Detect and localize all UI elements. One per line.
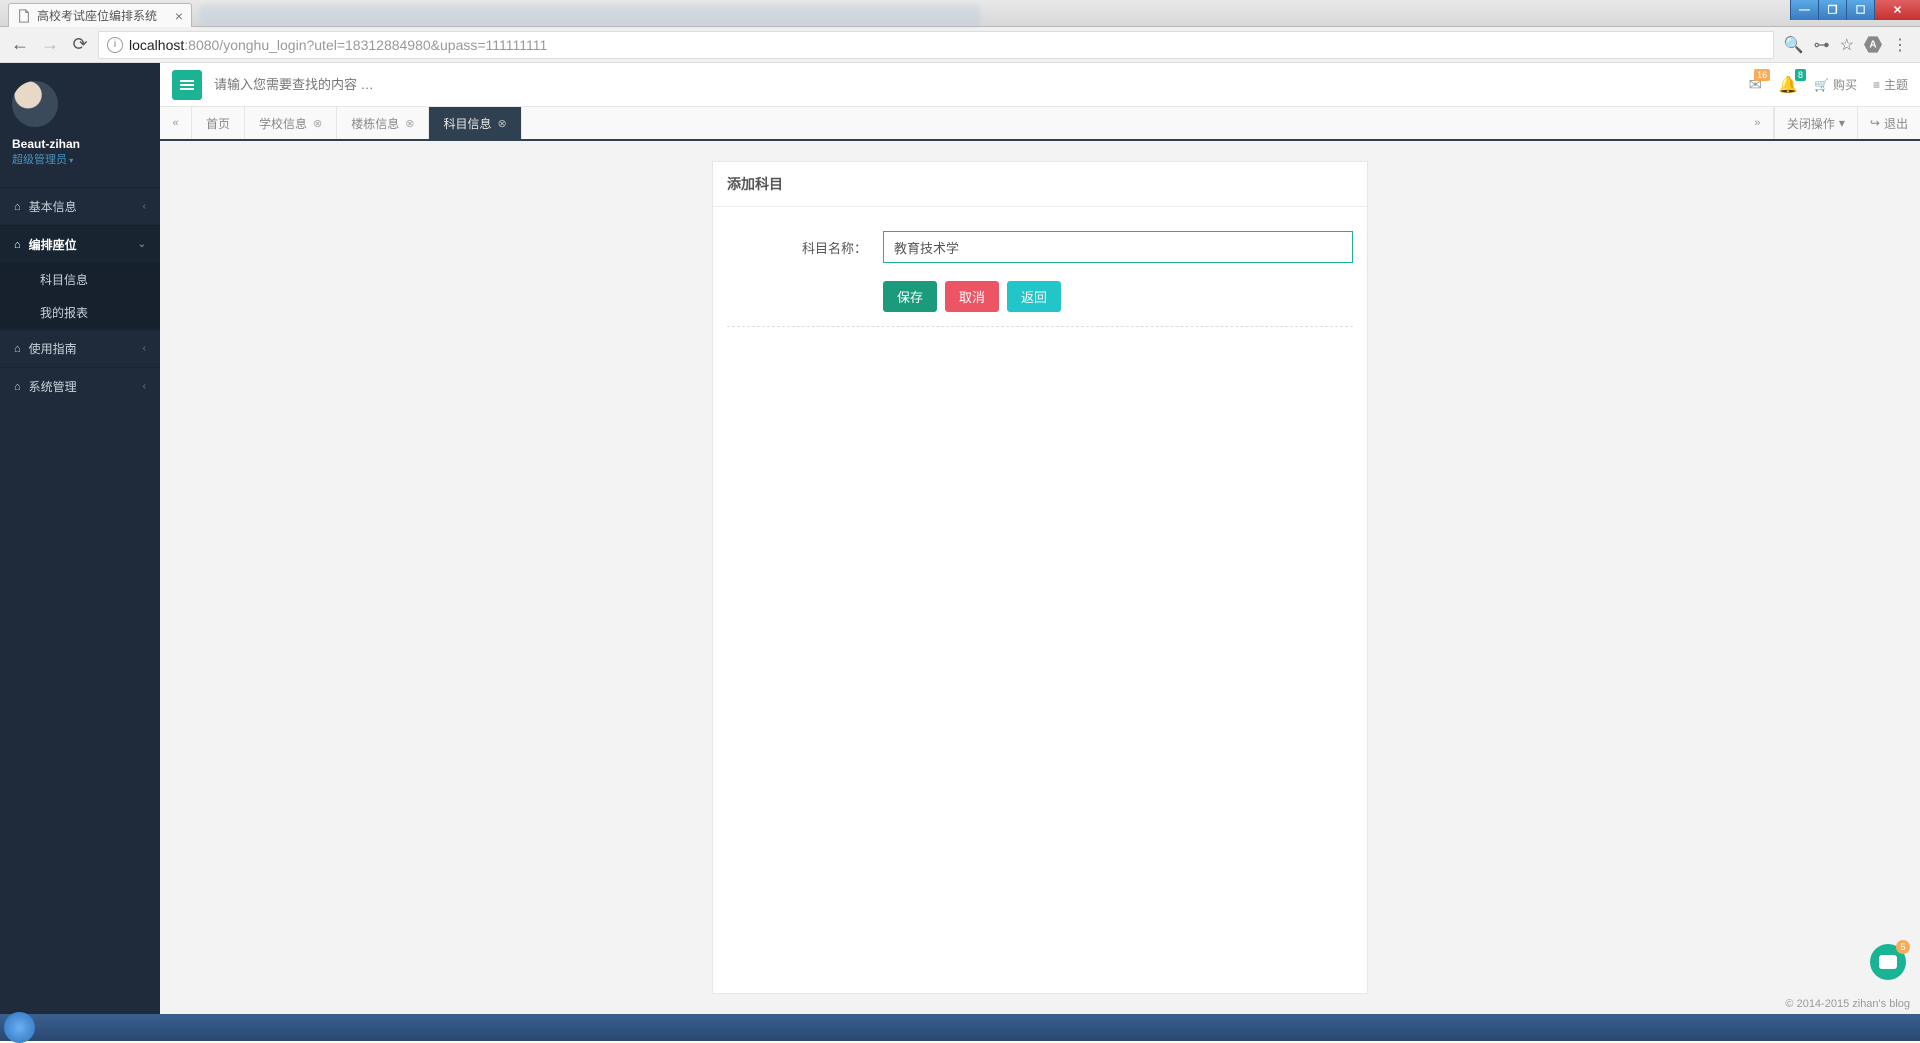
forward-button[interactable]: → <box>38 33 62 57</box>
tabs-scroll-left[interactable]: « <box>160 107 192 139</box>
close-icon[interactable]: ⊗ <box>405 117 414 130</box>
cart-icon: 🛒 <box>1814 78 1829 92</box>
chat-badge: 5 <box>1896 940 1910 954</box>
save-button[interactable]: 保存 <box>883 281 937 312</box>
home-icon: ⌂ <box>14 343 21 355</box>
tab-building[interactable]: 楼栋信息⊗ <box>337 107 429 139</box>
messages-icon[interactable]: ✉16 <box>1749 75 1762 95</box>
form-row-name: 科目名称： <box>727 231 1353 263</box>
browser-tab-background[interactable] <box>200 5 980 27</box>
sidebar-sub-report[interactable]: 我的报表 <box>0 296 160 329</box>
reload-button[interactable]: ⟳ <box>68 33 92 57</box>
home-icon: ⌂ <box>14 381 21 393</box>
start-button[interactable] <box>4 1012 35 1043</box>
sidebar-item-basic-info[interactable]: ⌂基本信息 ‹ <box>0 187 160 225</box>
close-ops-dropdown[interactable]: 关闭操作▾ <box>1774 107 1857 139</box>
subject-name-input[interactable] <box>883 231 1353 263</box>
chevron-left-icon: ‹ <box>143 343 146 354</box>
button-row: 保存 取消 返回 <box>883 281 1353 312</box>
maximize-button[interactable]: ☐ <box>1846 0 1874 20</box>
site-info-icon[interactable]: i <box>107 37 123 53</box>
browser-tab-strip: 高校考试座位编排系统 × — ❐ ☐ ✕ <box>0 0 1920 27</box>
menu-icon[interactable]: ⋮ <box>1892 35 1908 55</box>
back-button[interactable]: 返回 <box>1007 281 1061 312</box>
sidebar-item-system[interactable]: ⌂系统管理 ‹ <box>0 367 160 405</box>
chevron-down-icon: ⌄ <box>138 239 146 250</box>
field-label: 科目名称： <box>727 238 867 257</box>
browser-tab-active[interactable]: 高校考试座位编排系统 × <box>8 3 192 27</box>
content-area: 添加科目 科目名称： 保存 取消 返回 <box>160 141 1920 1014</box>
user-name: Beaut-zihan <box>12 137 148 151</box>
url-path: :8080/yonghu_login?utel=18312884980&upas… <box>184 37 547 53</box>
close-icon[interactable]: ⊗ <box>313 117 322 130</box>
back-button[interactable]: ← <box>8 33 32 57</box>
sidebar: Beaut-zihan 超级管理员 ▾ ⌂基本信息 ‹ ⌂编排座位 ⌄ 科目信息… <box>0 63 160 1014</box>
star-icon[interactable]: ☆ <box>1840 35 1854 55</box>
footer-link[interactable]: zihan's blog <box>1852 998 1910 1010</box>
form-panel: 添加科目 科目名称： 保存 取消 返回 <box>712 161 1368 994</box>
close-icon[interactable]: × <box>175 9 183 23</box>
messages-badge: 16 <box>1754 69 1770 81</box>
windows-taskbar[interactable] <box>0 1014 1920 1041</box>
list-icon: ≡ <box>1873 78 1880 92</box>
browser-toolbar: ← → ⟳ i localhost:8080/yonghu_login?utel… <box>0 27 1920 63</box>
url-host: localhost <box>129 37 184 53</box>
page-tab-bar: « 首页 学校信息⊗ 楼栋信息⊗ 科目信息⊗ » 关闭操作▾ ↪退出 <box>160 107 1920 141</box>
search-input[interactable] <box>214 77 1737 92</box>
cancel-button[interactable]: 取消 <box>945 281 999 312</box>
tabs-scroll-right[interactable]: » <box>1742 107 1774 139</box>
panel-title: 添加科目 <box>713 162 1367 207</box>
extension-icon[interactable] <box>1864 36 1882 54</box>
restore-button[interactable]: ❐ <box>1818 0 1846 20</box>
user-role-dropdown[interactable]: 超级管理员 ▾ <box>12 151 148 167</box>
key-icon[interactable]: ⊶ <box>1814 35 1830 55</box>
exit-button[interactable]: ↪退出 <box>1857 107 1920 139</box>
home-icon: ⌂ <box>14 201 21 213</box>
tab-subject[interactable]: 科目信息⊗ <box>429 107 521 139</box>
file-icon <box>17 9 31 23</box>
caret-down-icon: ▾ <box>67 156 73 165</box>
sidebar-item-guide[interactable]: ⌂使用指南 ‹ <box>0 329 160 367</box>
zoom-icon[interactable]: 🔍 <box>1784 35 1804 55</box>
sidebar-sub-subject[interactable]: 科目信息 <box>0 263 160 296</box>
sidebar-user: Beaut-zihan 超级管理员 ▾ <box>0 63 160 179</box>
address-bar[interactable]: i localhost:8080/yonghu_login?utel=18312… <box>98 31 1774 59</box>
caret-down-icon: ▾ <box>1839 116 1845 130</box>
sidebar-item-seat-arrange[interactable]: ⌂编排座位 ⌄ <box>0 225 160 263</box>
notifications-icon[interactable]: 🔔8 <box>1778 75 1798 95</box>
buy-link[interactable]: 🛒购买 <box>1814 76 1857 93</box>
avatar[interactable] <box>12 81 58 127</box>
home-icon: ⌂ <box>14 239 21 251</box>
tab-home[interactable]: 首页 <box>192 107 245 139</box>
footer: © 2014-2015 zihan's blog <box>1785 994 1910 1014</box>
chat-icon <box>1879 955 1897 969</box>
tab-title: 高校考试座位编排系统 <box>37 7 157 24</box>
menu-toggle-button[interactable] <box>172 70 202 100</box>
notifications-badge: 8 <box>1795 69 1806 81</box>
chevron-left-icon: ‹ <box>143 381 146 392</box>
logout-icon: ↪ <box>1870 116 1880 130</box>
main-area: ✉16 🔔8 🛒购买 ≡主题 « 首页 学校信息⊗ 楼栋信息⊗ 科目信息⊗ » … <box>160 63 1920 1014</box>
chat-float-button[interactable]: 5 <box>1870 944 1906 980</box>
sidebar-menu: ⌂基本信息 ‹ ⌂编排座位 ⌄ 科目信息 我的报表 ⌂使用指南 ‹ ⌂系统管理 … <box>0 187 160 405</box>
window-controls: — ❐ ☐ ✕ <box>1790 0 1920 20</box>
close-icon[interactable]: ⊗ <box>498 117 507 130</box>
theme-link[interactable]: ≡主题 <box>1873 76 1908 93</box>
sidebar-submenu: 科目信息 我的报表 <box>0 263 160 329</box>
close-window-button[interactable]: ✕ <box>1874 0 1920 20</box>
top-bar: ✉16 🔔8 🛒购买 ≡主题 <box>160 63 1920 107</box>
minimize-button[interactable]: — <box>1790 0 1818 20</box>
divider <box>727 326 1353 327</box>
chevron-left-icon: ‹ <box>143 201 146 212</box>
tab-school[interactable]: 学校信息⊗ <box>245 107 337 139</box>
